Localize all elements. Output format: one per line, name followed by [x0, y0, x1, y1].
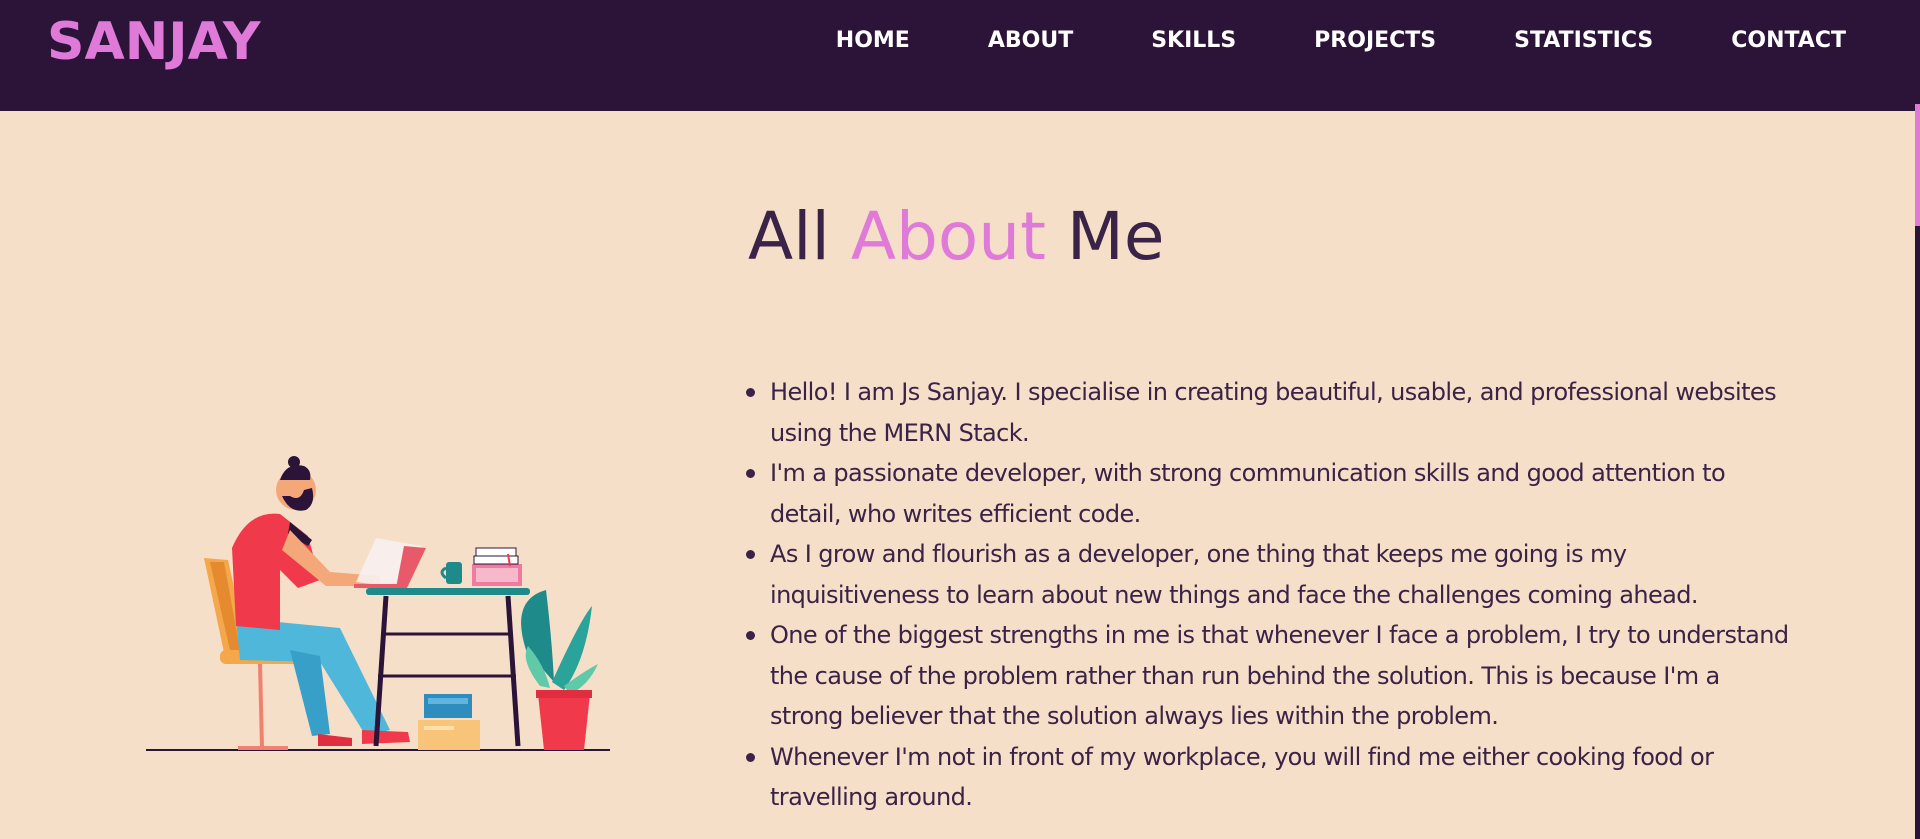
- developer-at-desk-illustration: [146, 456, 610, 751]
- about-bullet: Hello! I am Js Sanjay. I specialise in c…: [746, 372, 1790, 453]
- nav-contact[interactable]: CONTACT: [1731, 28, 1846, 53]
- site-logo[interactable]: SANJAY: [47, 12, 260, 72]
- nav-skills[interactable]: SKILLS: [1151, 28, 1236, 53]
- title-part-1: All: [748, 198, 851, 275]
- about-bullet: One of the biggest strengths in me is th…: [746, 615, 1790, 737]
- scrollbar-thumb[interactable]: [1915, 104, 1920, 226]
- title-part-2: Me: [1045, 198, 1165, 275]
- nav-about[interactable]: ABOUT: [988, 28, 1073, 53]
- about-list: Hello! I am Js Sanjay. I specialise in c…: [746, 372, 1790, 818]
- navbar: SANJAY HOME ABOUT SKILLS PROJECTS STATIS…: [0, 0, 1920, 111]
- about-bullet: As I grow and flourish as a developer, o…: [746, 534, 1790, 615]
- title-accent: About: [850, 198, 1046, 275]
- page-title: All About Me: [748, 198, 1164, 275]
- about-bullet: Whenever I'm not in front of my workplac…: [746, 737, 1790, 818]
- nav-links: HOME ABOUT SKILLS PROJECTS STATISTICS CO…: [758, 28, 1846, 53]
- nav-statistics[interactable]: STATISTICS: [1514, 28, 1653, 53]
- about-bullet: I'm a passionate developer, with strong …: [746, 453, 1790, 534]
- nav-projects[interactable]: PROJECTS: [1314, 28, 1436, 53]
- nav-home[interactable]: HOME: [836, 28, 910, 53]
